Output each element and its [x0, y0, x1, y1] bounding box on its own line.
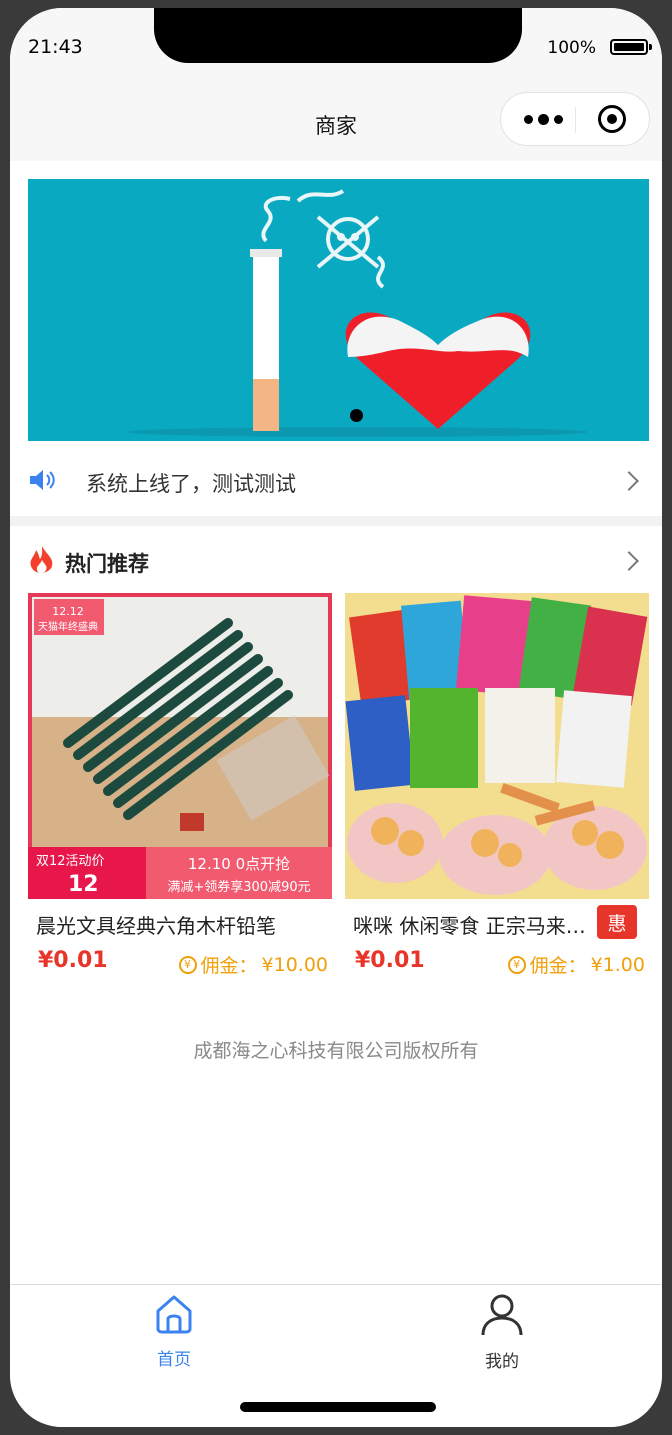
yen-coin-icon: ¥ [178, 955, 197, 974]
badge-top-text: 12.12 [52, 605, 84, 618]
battery-percent: 100% [547, 38, 596, 58]
home-indicator [240, 1402, 436, 1412]
notice-bar[interactable]: 系统上线了，测试测试 [10, 446, 662, 516]
home-icon [156, 1295, 192, 1334]
commission: ¥ 佣金： ¥1.00 [507, 951, 645, 978]
chevron-right-icon[interactable] [619, 551, 639, 571]
commission-label: 佣金： [200, 955, 258, 977]
commission-value: ¥10.00 [261, 953, 328, 976]
badge-sub-text: 天猫年终盛典 [38, 620, 98, 633]
product-card[interactable]: 12.12 天猫年终盛典 双12活动价 12 12.10 0点开抢 满减+领券享… [28, 593, 332, 977]
battery-icon [610, 39, 652, 55]
tab-home-label: 首页 [157, 1350, 191, 1370]
commission-value: ¥1.00 [590, 953, 645, 976]
banner-illustration [128, 189, 588, 437]
section-divider [10, 516, 662, 526]
tab-mine[interactable]: 我的 [442, 1293, 562, 1372]
product-name: 咪咪 休闲零食 正宗马来西亚 [353, 914, 589, 938]
section-title: 热门推荐 [65, 552, 149, 576]
banner-carousel[interactable] [28, 179, 649, 441]
speaker-icon [30, 470, 55, 490]
status-time: 21:43 [28, 36, 83, 58]
capsule-divider [575, 107, 576, 133]
product-card[interactable]: 咪咪 休闲零食 正宗马来西亚 惠 ¥0.01 ¥ 佣金： ¥1.00 [345, 593, 649, 977]
product-name: 晨光文具经典六角木杆铅笔 [36, 914, 276, 938]
notice-text: 系统上线了，测试测试 [86, 472, 296, 496]
tab-home[interactable]: 首页 [114, 1293, 234, 1370]
close-target-icon[interactable] [598, 105, 626, 133]
commission-label: 佣金： [529, 955, 587, 977]
promo-right-line2: 满减+领券享300减90元 [167, 879, 310, 895]
product-price: ¥0.01 [355, 948, 425, 973]
product-image [345, 593, 649, 899]
carousel-dot[interactable] [350, 409, 363, 422]
promo-right-line1: 12.10 0点开抢 [188, 855, 290, 873]
navigation-bar: 商家 [10, 88, 662, 161]
phone-screen: 21:43 100% 商家 系统上线了，测试测试 热门推荐 12.12 天猫年终… [10, 8, 662, 1427]
copyright-text: 成都海之心科技有限公司版权所有 [193, 1040, 479, 1062]
product-image: 12.12 天猫年终盛典 双12活动价 12 12.10 0点开抢 满减+领券享… [28, 593, 332, 899]
promo-left-number: 12 [68, 872, 99, 897]
product-price: ¥0.01 [38, 948, 108, 973]
user-icon [481, 1294, 523, 1336]
discount-badge: 惠 [597, 905, 637, 939]
chevron-right-icon[interactable] [619, 471, 639, 491]
tab-mine-label: 我的 [485, 1352, 519, 1372]
commission: ¥ 佣金： ¥10.00 [178, 951, 328, 978]
miniprogram-capsule [500, 92, 650, 146]
more-icon[interactable] [519, 105, 567, 133]
yen-coin-icon: ¥ [507, 955, 526, 974]
promo-left-title: 双12活动价 [36, 854, 105, 869]
device-notch [154, 8, 522, 63]
fire-icon [30, 546, 53, 573]
hot-recommend-header[interactable]: 热门推荐 [10, 526, 662, 594]
